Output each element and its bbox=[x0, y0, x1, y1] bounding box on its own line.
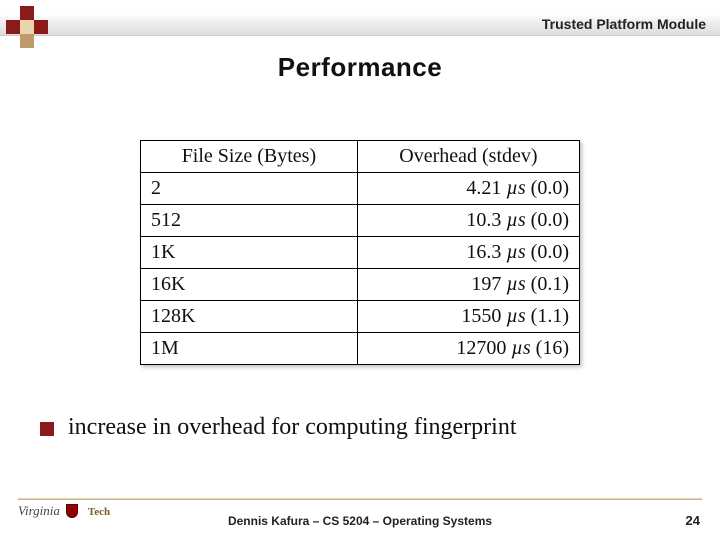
col-header-overhead: Overhead (stdev) bbox=[357, 141, 579, 173]
bullet-text: increase in overhead for computing finge… bbox=[68, 414, 517, 441]
cell-overhead: 197 µs (0.1) bbox=[357, 269, 579, 301]
table-row: 1K 16.3 µs (0.0) bbox=[141, 237, 580, 269]
col-header-filesize: File Size (Bytes) bbox=[141, 141, 358, 173]
table-row: 16K 197 µs (0.1) bbox=[141, 269, 580, 301]
cell-size: 1K bbox=[141, 237, 358, 269]
footer-text: Dennis Kafura – CS 5204 – Operating Syst… bbox=[0, 514, 720, 528]
cell-size: 512 bbox=[141, 205, 358, 237]
cell-overhead: 1550 µs (1.1) bbox=[357, 301, 579, 333]
slide-title: Performance bbox=[0, 52, 720, 83]
cell-overhead: 12700 µs (16) bbox=[357, 333, 579, 365]
table-row: 2 4.21 µs (0.0) bbox=[141, 173, 580, 205]
table-row: 128K 1550 µs (1.1) bbox=[141, 301, 580, 333]
footer-divider bbox=[18, 498, 702, 500]
bullet-item: increase in overhead for computing finge… bbox=[40, 414, 680, 441]
cell-overhead: 4.21 µs (0.0) bbox=[357, 173, 579, 205]
performance-table: File Size (Bytes) Overhead (stdev) 2 4.2… bbox=[140, 140, 580, 365]
cell-size: 16K bbox=[141, 269, 358, 301]
table-row: 512 10.3 µs (0.0) bbox=[141, 205, 580, 237]
footer: Virginia Tech Dennis Kafura – CS 5204 – … bbox=[0, 504, 720, 528]
table-header-row: File Size (Bytes) Overhead (stdev) bbox=[141, 141, 580, 173]
header-topic: Trusted Platform Module bbox=[542, 16, 706, 32]
page-number: 24 bbox=[686, 513, 700, 528]
table-row: 1M 12700 µs (16) bbox=[141, 333, 580, 365]
cell-size: 128K bbox=[141, 301, 358, 333]
corner-decoration bbox=[6, 6, 56, 46]
cell-overhead: 16.3 µs (0.0) bbox=[357, 237, 579, 269]
cell-overhead: 10.3 µs (0.0) bbox=[357, 205, 579, 237]
cell-size: 2 bbox=[141, 173, 358, 205]
bullet-square-icon bbox=[40, 422, 54, 436]
cell-size: 1M bbox=[141, 333, 358, 365]
